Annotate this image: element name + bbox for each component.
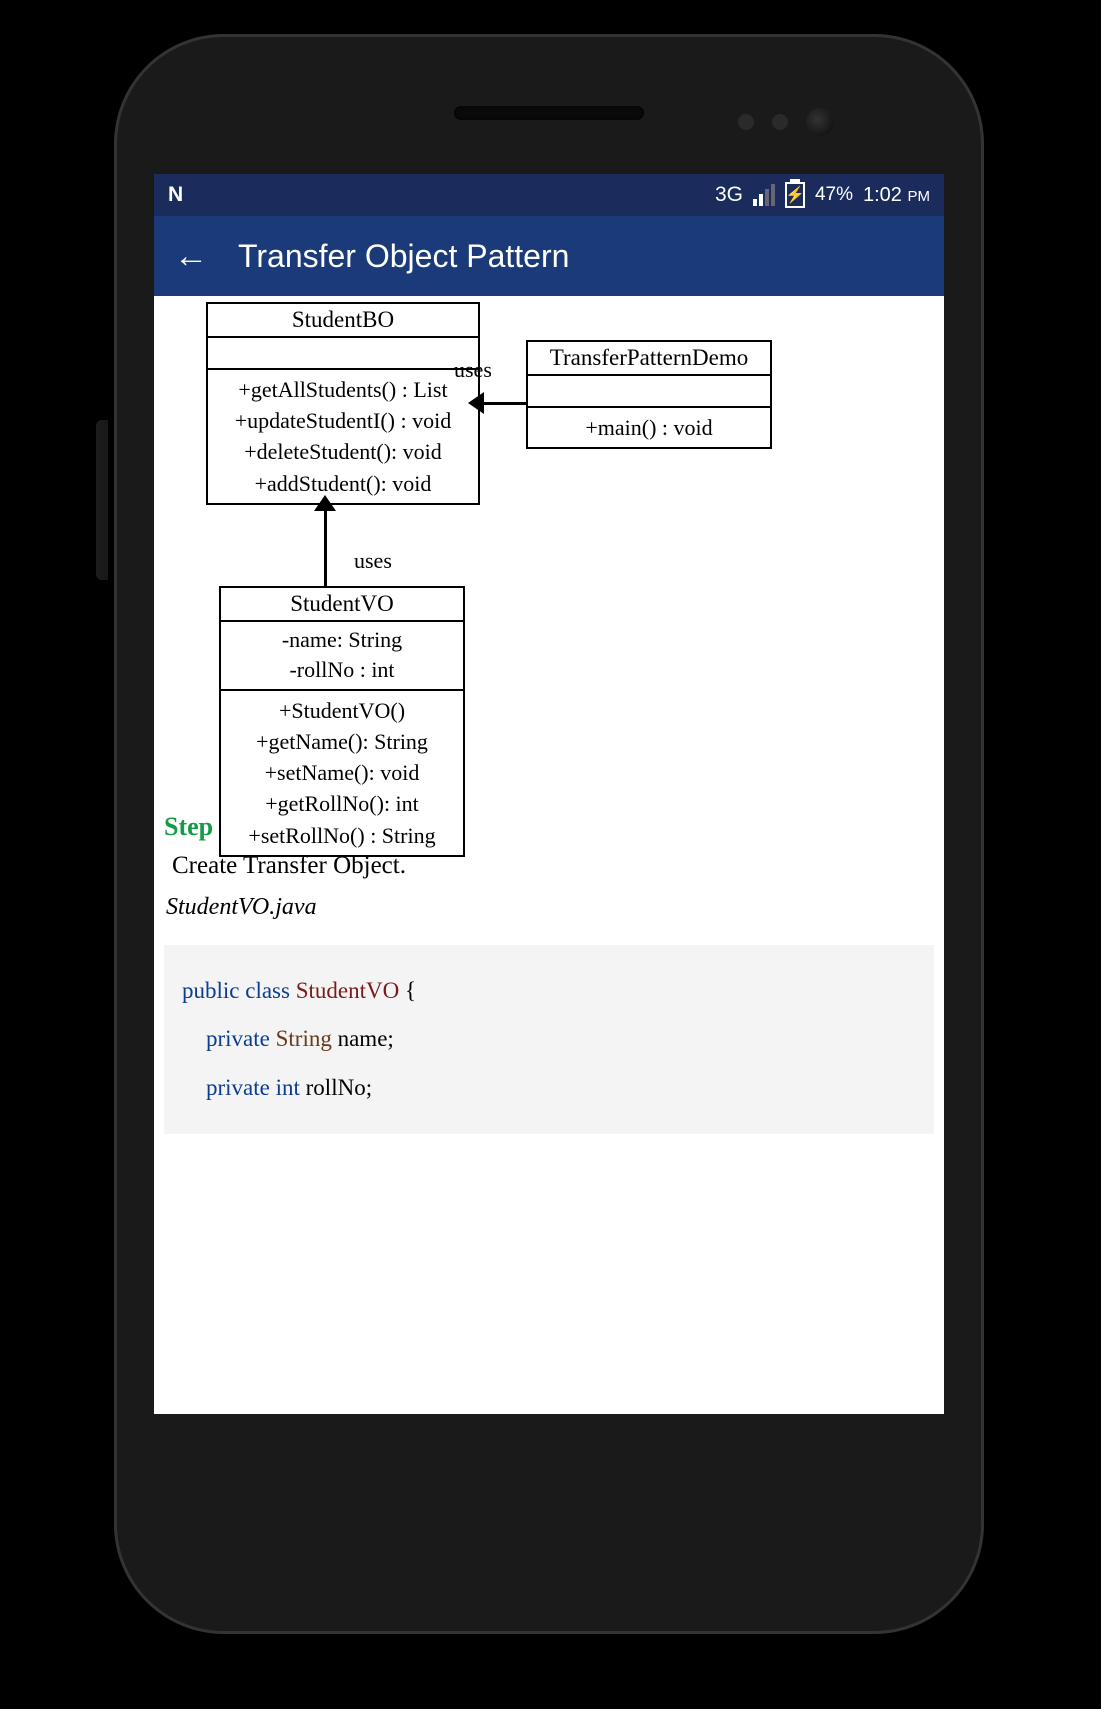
uml-diagram: StudentBO +getAllStudents() : List +upda… — [164, 302, 934, 800]
camera-lens — [806, 108, 834, 136]
sensor-dot — [772, 114, 788, 130]
code-block: public class StudentVO { private String … — [164, 945, 934, 1134]
network-type-label: 3G — [715, 183, 743, 207]
page-title: Transfer Object Pattern — [238, 238, 569, 275]
phone-speaker — [454, 106, 644, 120]
content-area[interactable]: StudentBO +getAllStudents() : List +upda… — [154, 296, 944, 1414]
status-bar: N 3G ⚡ 47% 1:02 PM — [154, 174, 944, 216]
code-line: private int rollNo; — [182, 1064, 916, 1112]
uml-methods: +getAllStudents() : List +updateStudentI… — [208, 370, 478, 503]
uml-methods: +StudentVO() +getName(): String +setName… — [221, 691, 463, 855]
arrow-line — [480, 402, 526, 405]
code-line: private String name; — [182, 1015, 916, 1063]
clock-label: 1:02 PM — [863, 184, 930, 207]
battery-icon: ⚡ — [785, 182, 805, 208]
uml-class-name: TransferPatternDemo — [528, 342, 770, 376]
code-line: public class StudentVO { — [182, 967, 916, 1015]
uml-attrs-empty — [208, 338, 478, 370]
uml-class-studentbo: StudentBO +getAllStudents() : List +upda… — [206, 302, 480, 505]
uml-methods: +main() : void — [528, 408, 770, 447]
battery-percent-label: 47% — [815, 184, 853, 206]
uml-attrs-empty — [528, 376, 770, 408]
sensor-dot — [738, 114, 754, 130]
phone-volume-button — [96, 420, 108, 580]
app-bar: ← Transfer Object Pattern — [154, 216, 944, 296]
signal-icon — [753, 184, 775, 206]
arrow-line — [324, 501, 327, 586]
uml-class-studentvo: StudentVO -name: String -rollNo : int +S… — [219, 586, 465, 857]
arrow-head-icon — [314, 495, 336, 511]
uml-class-transferpatterndemo: TransferPatternDemo +main() : void — [526, 340, 772, 449]
uml-class-name: StudentBO — [208, 304, 478, 338]
arrow-head-icon — [468, 392, 484, 414]
phone-sensors — [738, 108, 834, 136]
uml-class-name: StudentVO — [221, 588, 463, 622]
uses-label: uses — [454, 357, 492, 383]
uml-attrs: -name: String -rollNo : int — [221, 622, 463, 691]
phone-screen: N 3G ⚡ 47% 1:02 PM ← Transfer Object Pat… — [154, 174, 944, 1414]
code-filename: StudentVO.java — [166, 894, 934, 921]
phone-frame: N 3G ⚡ 47% 1:02 PM ← Transfer Object Pat… — [114, 34, 984, 1634]
notification-icon: N — [168, 183, 183, 207]
uses-label: uses — [354, 548, 392, 574]
back-button[interactable]: ← — [174, 237, 208, 276]
